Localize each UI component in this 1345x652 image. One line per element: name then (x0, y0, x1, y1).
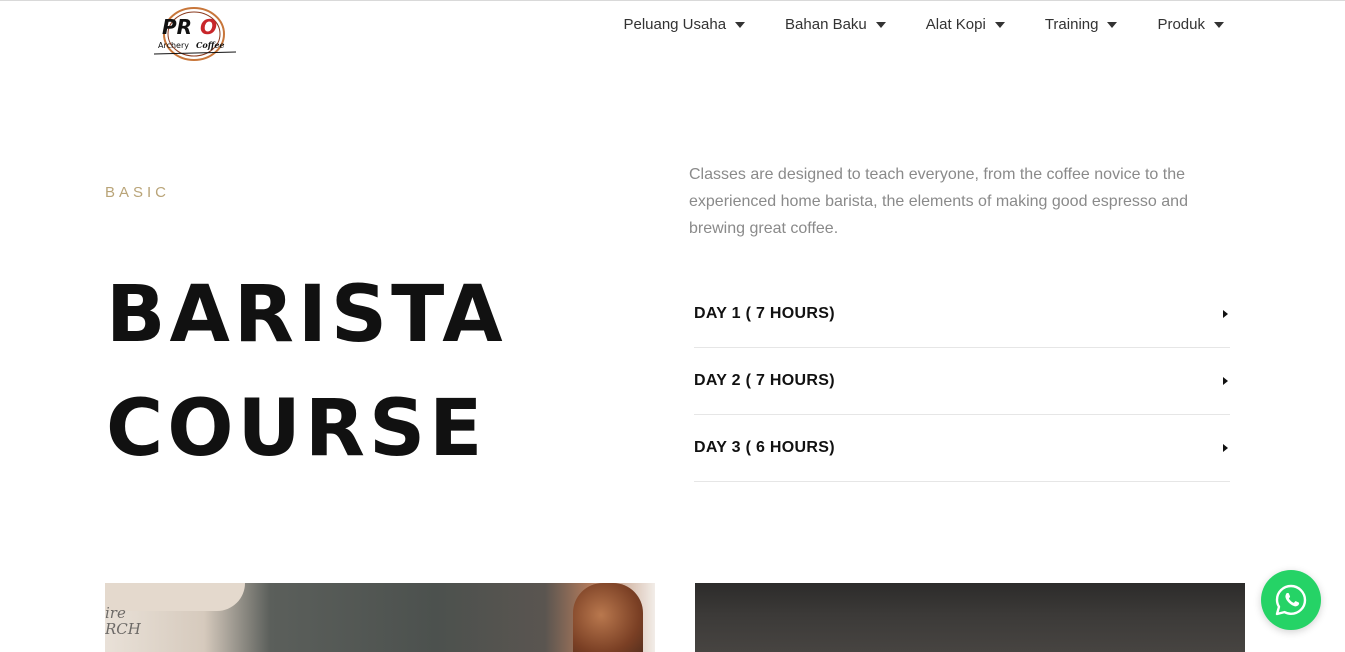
page-title: BARISTA COURSE (106, 258, 507, 486)
page-title-line1: BARISTA (106, 270, 507, 360)
whatsapp-icon (1275, 584, 1307, 616)
accordion-item-day-3[interactable]: DAY 3 ( 6 HOURS) (694, 415, 1230, 482)
nav-label: Peluang Usaha (623, 15, 727, 33)
nav-produk[interactable]: Produk (1157, 14, 1224, 34)
nav-peluang-usaha[interactable]: Peluang Usaha (623, 14, 746, 34)
accordion-item-day-1[interactable]: DAY 1 ( 7 HOURS) (694, 281, 1230, 348)
whatsapp-chat-button[interactable] (1261, 570, 1321, 630)
top-border (0, 0, 1345, 1)
chevron-down-icon (735, 21, 746, 28)
accordion-item-day-2[interactable]: DAY 2 ( 7 HOURS) (694, 348, 1230, 415)
coffee-photo-right (695, 583, 1245, 652)
brand-logo[interactable]: PR O Archery Coffee (148, 4, 240, 62)
nav-training[interactable]: Training (1045, 14, 1118, 34)
page-title-line2: COURSE (106, 384, 487, 474)
course-schedule-accordion: DAY 1 ( 7 HOURS) DAY 2 ( 7 HOURS) DAY 3 … (694, 281, 1230, 482)
svg-text:O: O (200, 15, 217, 39)
caret-right-icon (1223, 310, 1228, 318)
caret-right-icon (1223, 377, 1228, 385)
main-nav: Peluang Usaha Bahan Baku Alat Kopi Train… (623, 14, 1224, 34)
logo-icon: PR O Archery Coffee (153, 7, 237, 61)
course-level-label: BASIC (105, 184, 171, 201)
svg-text:PR: PR (162, 15, 192, 39)
course-description: Classes are designed to teach everyone, … (689, 166, 1188, 237)
nav-label: Bahan Baku (785, 15, 867, 33)
accordion-title: DAY 2 ( 7 HOURS) (694, 372, 835, 389)
barista-photo-left: ire RCH (105, 583, 655, 652)
nav-alat-kopi[interactable]: Alat Kopi (926, 14, 1005, 34)
caret-right-icon (1223, 444, 1228, 452)
nav-label: Alat Kopi (925, 15, 986, 33)
tattoo-text: ire RCH (105, 604, 141, 638)
chevron-down-icon (1107, 21, 1118, 28)
nav-label: Produk (1157, 15, 1205, 33)
accordion-title: DAY 1 ( 7 HOURS) (694, 305, 835, 322)
accordion-title: DAY 3 ( 6 HOURS) (694, 439, 835, 456)
chevron-down-icon (994, 21, 1005, 28)
svg-text:Archery: Archery (158, 41, 189, 50)
nav-label: Training (1044, 15, 1099, 33)
chevron-down-icon (1214, 21, 1224, 28)
svg-text:Coffee: Coffee (196, 40, 225, 50)
coffee-jar-shape (573, 583, 643, 652)
chevron-down-icon (875, 21, 886, 28)
nav-bahan-baku[interactable]: Bahan Baku (785, 14, 886, 34)
